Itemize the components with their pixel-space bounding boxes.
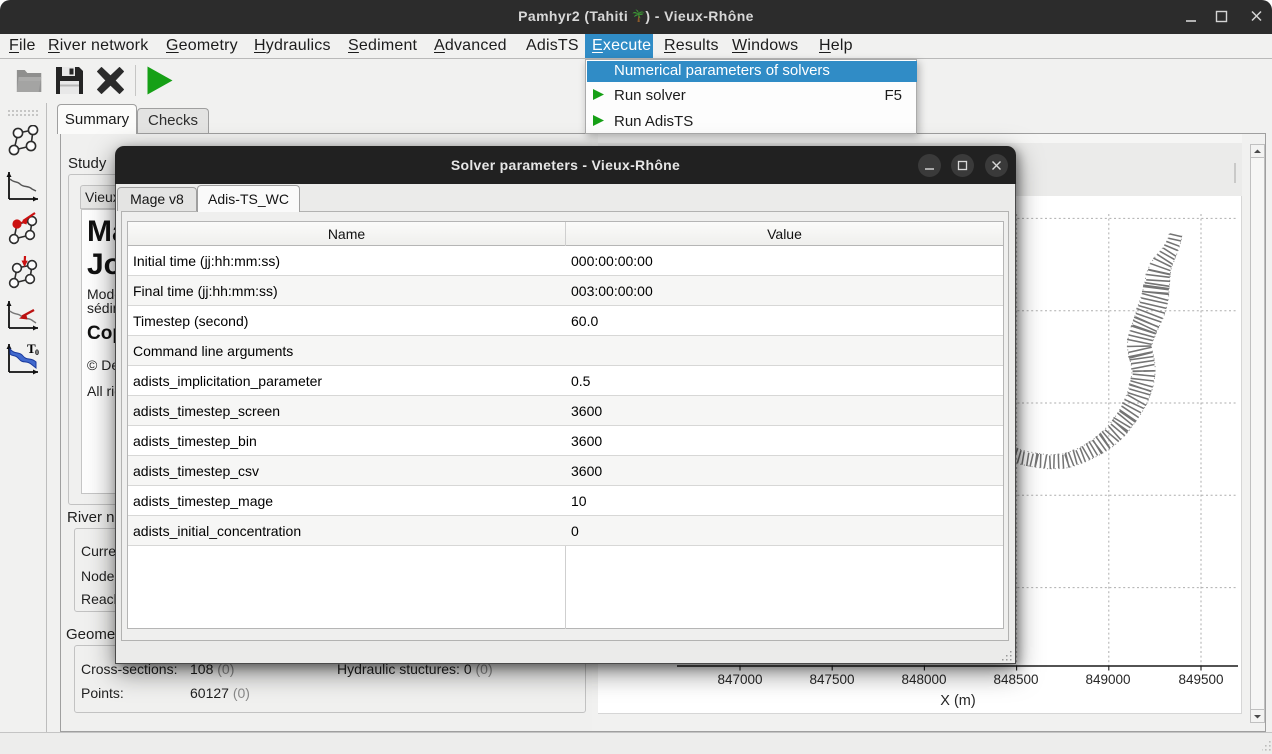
svg-text:847000: 847000: [717, 672, 762, 687]
svg-text:849500: 849500: [1178, 672, 1223, 687]
svg-text:849000: 849000: [1085, 672, 1130, 687]
svg-text:848500: 848500: [993, 672, 1038, 687]
svg-text:0: 0: [35, 348, 39, 357]
svg-text:X (m): X (m): [940, 693, 975, 709]
svg-text:847500: 847500: [809, 672, 854, 687]
svg-text:848000: 848000: [901, 672, 946, 687]
